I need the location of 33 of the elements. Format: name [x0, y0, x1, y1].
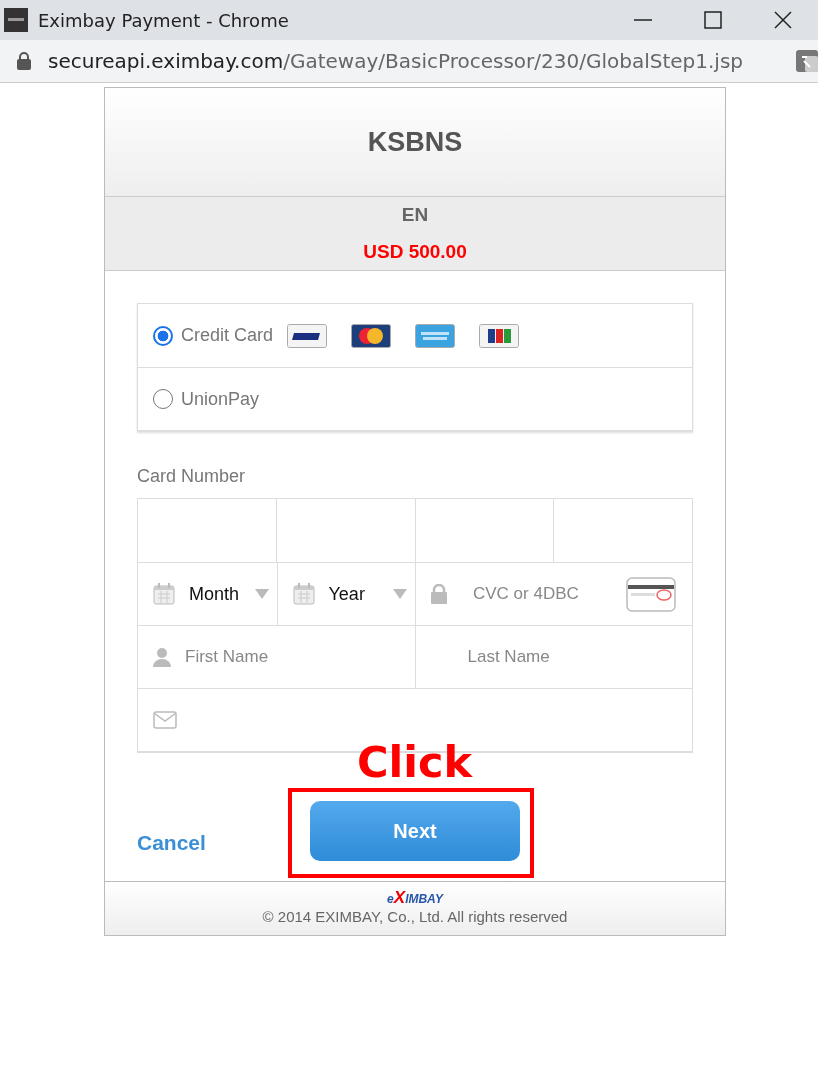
payment-option-label[interactable]: UnionPay	[181, 385, 260, 413]
next-button[interactable]: Next	[310, 801, 520, 861]
dropdown[interactable]: Year	[276, 563, 415, 625]
cvc-field[interactable]: CVC or 4DBC	[415, 563, 692, 625]
maximize-icon[interactable]	[702, 10, 724, 30]
name-field[interactable]: Last Name	[414, 626, 692, 688]
card-back-icon	[626, 576, 676, 612]
radio-button[interactable]	[153, 325, 173, 346]
app-icon	[4, 8, 28, 32]
dropdown[interactable]: Month	[138, 563, 277, 625]
envelope-icon	[153, 711, 177, 729]
amex-card-icon	[415, 323, 456, 348]
mastercard-icon	[351, 323, 392, 348]
cancel-link[interactable]: Cancel	[137, 827, 206, 859]
annotation-text: Click	[357, 741, 473, 784]
window-title: Eximbay Payment - Chrome	[38, 8, 290, 33]
calendar-icon	[153, 583, 175, 605]
lock-icon	[16, 51, 32, 71]
amount-text: USD 500.00	[363, 239, 467, 264]
close-icon[interactable]	[772, 10, 794, 30]
language-label[interactable]: EN	[401, 201, 429, 230]
jcb-card-icon	[479, 323, 520, 348]
caret-icon	[393, 589, 407, 599]
person-icon	[153, 647, 171, 667]
caret-icon	[254, 589, 269, 599]
copyright-text: © 2014 EXIMBAY, Co., Ltd. All rights reserved	[262, 906, 568, 927]
calendar-icon	[292, 583, 315, 605]
lock-icon	[431, 584, 447, 604]
company-logo: eXIMBAY	[387, 888, 443, 906]
payment-option-label[interactable]: Credit Card	[181, 322, 274, 349]
card-brand-icon	[287, 323, 328, 348]
field-label: Card Number	[137, 465, 247, 488]
name-field[interactable]: First Name	[138, 626, 415, 688]
